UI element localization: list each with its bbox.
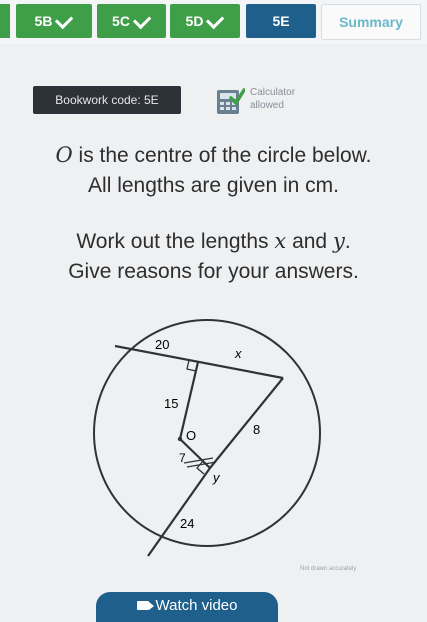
label-center-segment: 7 (179, 451, 186, 465)
tick-mark-1 (183, 457, 214, 464)
calculator-line2: allowed (250, 100, 284, 111)
q3-pre: Work out the lengths (76, 230, 275, 253)
label-left-segment: 15 (164, 396, 178, 411)
question-line1: O is the centre of the circle below. (0, 140, 427, 171)
tab-5c[interactable]: 5C (97, 4, 166, 38)
label-top-chord: 20 (155, 337, 169, 352)
circle (93, 319, 321, 547)
var-x: x (274, 229, 287, 253)
tab-left-stub[interactable] (0, 4, 10, 38)
label-y: y (212, 470, 221, 485)
tab-label: Summary (339, 14, 403, 30)
label-bottom-segment: 24 (180, 516, 194, 531)
watch-video-label: Watch video (155, 597, 238, 614)
question-line4: Give reasons for your answers. (68, 260, 359, 283)
question-line3: Work out the lengths x and y. (0, 226, 427, 257)
tab-5d[interactable]: 5D (170, 4, 240, 38)
bookwork-code-label: Bookwork code: 5E (55, 93, 159, 107)
circle-diagram: 20 x 15 8 O 7 y 24 (93, 319, 321, 557)
label-x: x (234, 346, 242, 361)
tab-label: 5D (185, 13, 204, 29)
q3-post: . (344, 230, 351, 253)
label-center-o: O (186, 428, 196, 443)
tab-summary[interactable]: Summary (321, 4, 421, 40)
calculator-icon (217, 88, 245, 114)
question-instructions: Work out the lengths x and y. Give reaso… (0, 226, 427, 287)
right-angle-mark-bottom (196, 460, 205, 475)
question-line1-text: is the centre of the circle below. (72, 144, 372, 167)
tab-5e[interactable]: 5E (246, 4, 316, 38)
chord-top (114, 344, 284, 380)
tab-label: 5C (112, 13, 130, 29)
tab-bar: 5B 5C 5D 5E Summary (0, 0, 427, 44)
bookwork-code-badge: Bookwork code: 5E (33, 86, 181, 114)
question-line2: All lengths are given in cm. (88, 174, 339, 197)
center-point (177, 436, 183, 442)
tab-5b[interactable]: 5B (16, 4, 92, 38)
check-icon (206, 10, 225, 29)
var-y: y (332, 229, 345, 253)
check-icon (132, 10, 152, 29)
calculator-line1: Calculator (250, 87, 296, 98)
diagram-credit: Not drawn accurately (300, 566, 357, 572)
check-icon (55, 10, 74, 29)
var-o: O (55, 143, 73, 167)
q3-mid: and (286, 230, 333, 253)
label-right-segment: 8 (253, 422, 260, 437)
calculator-allowed-text: Calculator allowed (250, 86, 330, 112)
segment-right (209, 377, 284, 469)
tab-label: 5B (34, 13, 53, 29)
watch-video-button[interactable]: Watch video (96, 592, 278, 622)
tab-label: 5E (272, 13, 290, 29)
video-camera-icon (136, 601, 154, 610)
question-text: O is the centre of the circle below. All… (0, 140, 427, 201)
